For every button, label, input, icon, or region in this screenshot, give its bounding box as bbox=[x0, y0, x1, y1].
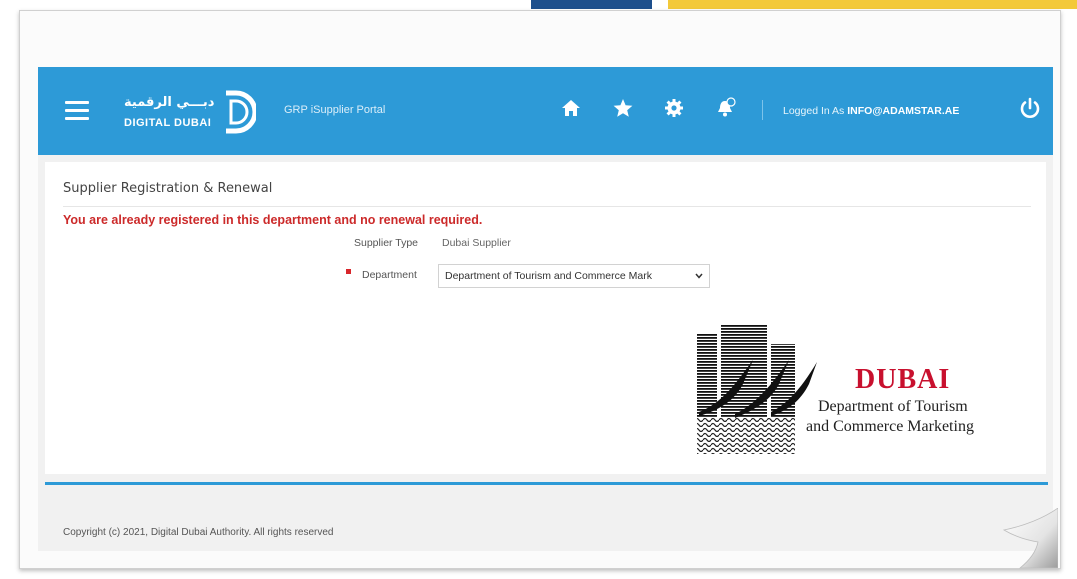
logo-text: DIGITAL DUBAI bbox=[124, 117, 212, 129]
dtcm-dubai-text: DUBAI bbox=[855, 364, 951, 395]
gear-icon[interactable] bbox=[663, 97, 685, 119]
chevron-down-icon bbox=[695, 273, 703, 279]
menu-icon[interactable] bbox=[65, 101, 89, 121]
department-label: Department bbox=[362, 269, 417, 281]
logged-in-label: Logged In As bbox=[783, 105, 848, 117]
logged-in-info: Logged In As INFO@ADAMSTAR.AE bbox=[783, 105, 959, 117]
title-divider bbox=[63, 206, 1031, 207]
dtcm-logo: DUBAI Department of Tourism and Commerce… bbox=[695, 322, 1025, 457]
dtcm-line-1: Department of Tourism bbox=[818, 398, 968, 415]
error-message: You are already registered in this depar… bbox=[63, 213, 483, 227]
supplier-type-value: Dubai Supplier bbox=[442, 237, 511, 249]
header-separator bbox=[762, 100, 763, 120]
logged-in-user[interactable]: INFO@ADAMSTAR.AE bbox=[847, 105, 959, 117]
logo-arabic-text: دبـــي الرقمية bbox=[124, 95, 215, 110]
footer-divider bbox=[45, 482, 1048, 485]
top-header: دبـــي الرقمية DIGITAL DUBAI GRP iSuppli… bbox=[38, 67, 1053, 155]
digital-dubai-mark-icon bbox=[226, 90, 256, 134]
copyright-text: Copyright (c) 2021, Digital Dubai Author… bbox=[63, 527, 334, 538]
dtcm-building-emblem bbox=[697, 324, 817, 454]
page-title: Supplier Registration & Renewal bbox=[63, 181, 273, 196]
dtcm-line-2: and Commerce Marketing bbox=[806, 418, 974, 435]
top-yellow-strip bbox=[668, 0, 1077, 9]
bell-icon[interactable] bbox=[715, 97, 737, 119]
portal-title[interactable]: GRP iSupplier Portal bbox=[284, 104, 385, 116]
page-curl-decoration bbox=[1002, 508, 1058, 569]
required-marker bbox=[346, 269, 351, 274]
power-icon[interactable] bbox=[1018, 96, 1042, 120]
top-blue-strip bbox=[531, 0, 652, 9]
home-icon[interactable] bbox=[560, 97, 582, 119]
supplier-type-label: Supplier Type bbox=[354, 237, 419, 249]
department-select[interactable]: Department of Tourism and Commerce Mark bbox=[438, 264, 710, 288]
digital-dubai-logo[interactable]: دبـــي الرقمية DIGITAL DUBAI bbox=[124, 89, 259, 135]
star-icon[interactable] bbox=[612, 97, 634, 119]
department-selected-value: Department of Tourism and Commerce Mark bbox=[445, 270, 652, 282]
